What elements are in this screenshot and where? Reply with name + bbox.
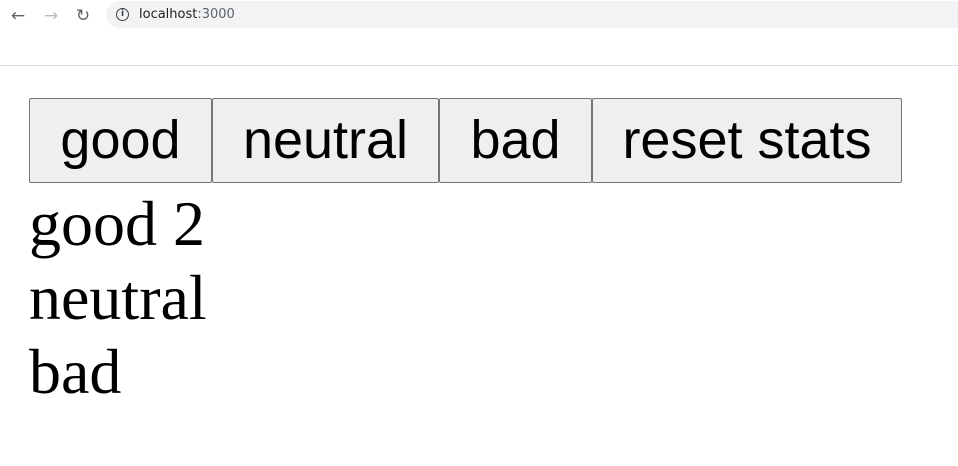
stat-bad: bad <box>29 335 902 409</box>
stat-good-value: 2 <box>173 188 205 259</box>
stat-neutral: neutral <box>29 261 902 335</box>
address-bar[interactable]: i localhost:3000 <box>106 1 958 28</box>
url-text[interactable]: localhost:3000 <box>139 6 235 23</box>
bad-button[interactable]: bad <box>439 98 592 183</box>
info-icon[interactable]: i <box>116 8 129 21</box>
stats-list: good 2 neutral bad <box>29 187 902 409</box>
stat-good: good 2 <box>29 187 902 261</box>
stat-bad-label: bad <box>29 336 122 407</box>
good-button[interactable]: good <box>29 98 212 183</box>
stat-neutral-label: neutral <box>29 262 207 333</box>
stat-good-label: good <box>29 188 157 259</box>
toolbar-divider <box>0 65 958 66</box>
url-port: :3000 <box>197 7 235 22</box>
url-host: localhost <box>139 7 198 22</box>
arrow-right-icon[interactable]: → <box>40 5 62 27</box>
neutral-button[interactable]: neutral <box>212 98 439 183</box>
feedback-buttons: good neutral bad reset stats <box>29 98 902 183</box>
feedback-app: good neutral bad reset stats good 2 neut… <box>29 98 902 409</box>
reload-icon[interactable]: ↻ <box>72 5 94 27</box>
browser-toolbar: ← → ↻ i localhost:3000 <box>0 0 958 31</box>
arrow-left-icon[interactable]: ← <box>7 5 29 27</box>
reset-stats-button[interactable]: reset stats <box>592 98 902 183</box>
